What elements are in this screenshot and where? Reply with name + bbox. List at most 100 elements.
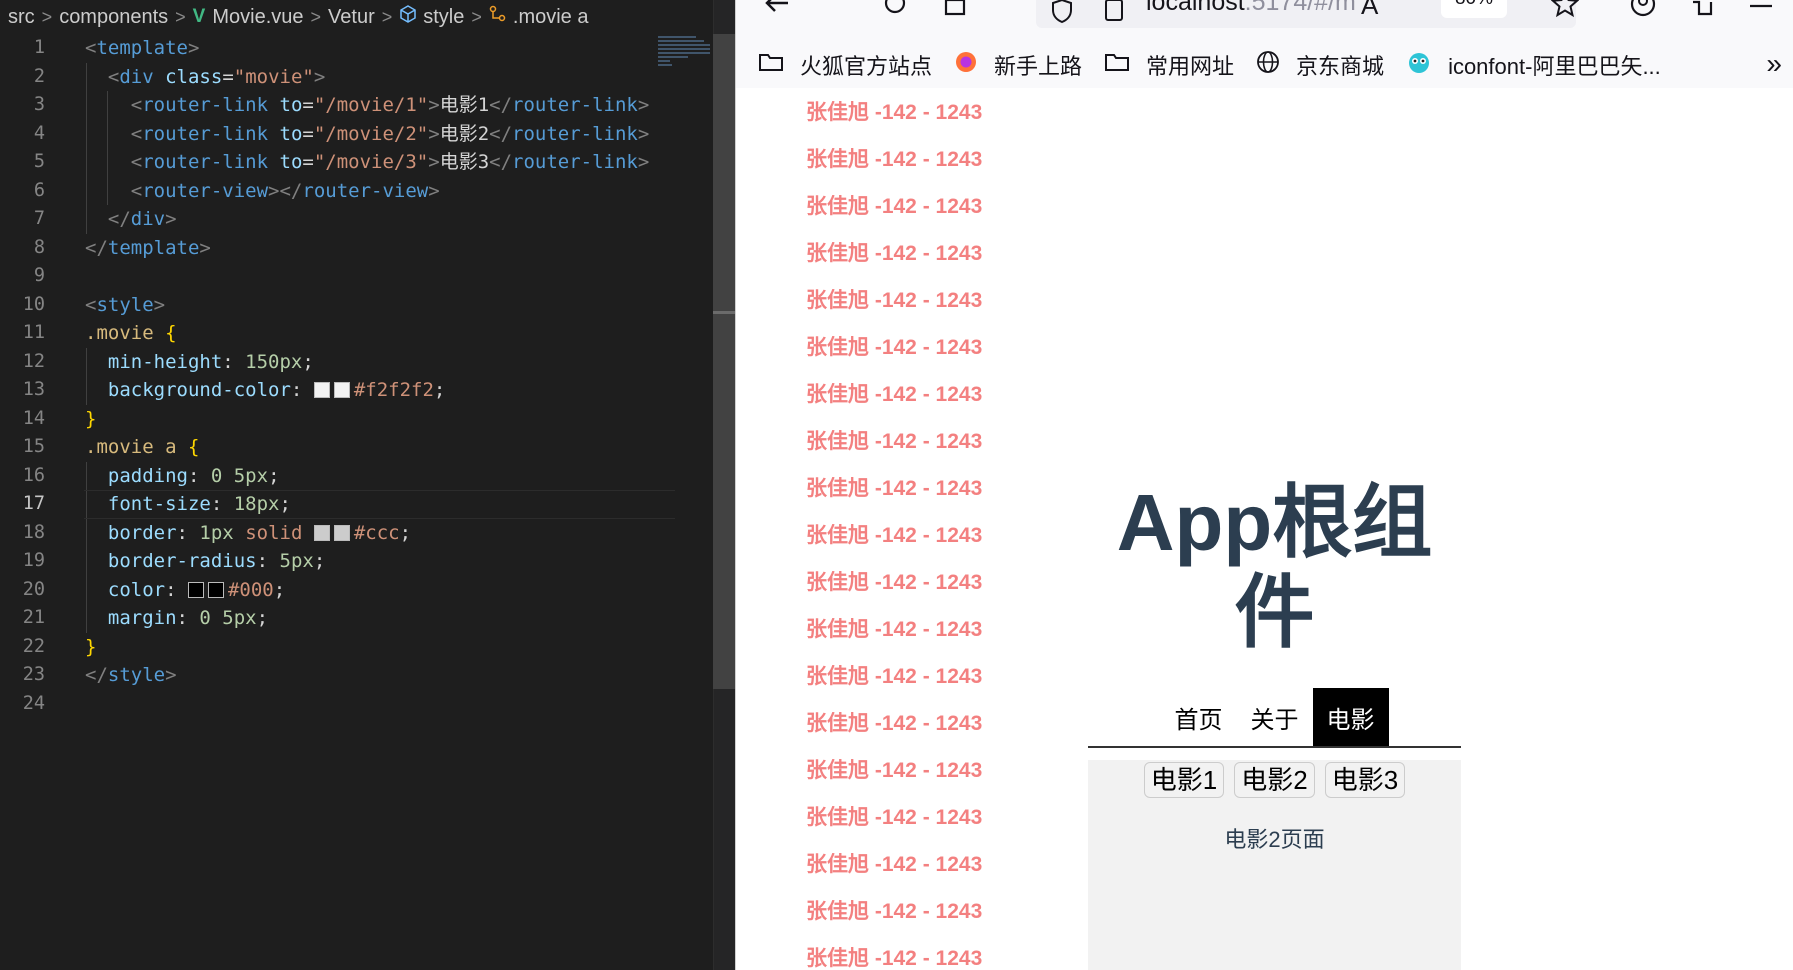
code-line[interactable]: 24: [0, 690, 655, 719]
code-line[interactable]: 11 .movie {: [0, 319, 655, 348]
bookmark-item[interactable]: 新手上路: [954, 49, 1082, 81]
code-line[interactable]: 13 background-color: #f2f2f2;: [0, 376, 655, 405]
bookmark-item[interactable]: iconfont-阿里巴巴矢...: [1406, 49, 1661, 81]
breadcrumb: src > components > V Movie.vue > Vetur >…: [0, 0, 735, 34]
code-line[interactable]: 2 <div class="movie">: [0, 62, 655, 91]
line-number: 6: [33, 179, 45, 201]
code-line[interactable]: 3 <router-link to="/movie/1">电影1</router…: [0, 91, 655, 120]
editor-scrollbar-thumb[interactable]: [713, 34, 735, 689]
nav-item-movie[interactable]: 电影: [1312, 688, 1389, 746]
code-line[interactable]: 18 border: 1px solid #ccc;: [0, 518, 655, 547]
shield-icon[interactable]: [1050, 0, 1074, 28]
breadcrumb-item-vetur[interactable]: Vetur: [328, 6, 375, 29]
line-number: 15: [22, 436, 45, 457]
code-line[interactable]: 10 <style>: [0, 291, 655, 320]
code-line[interactable]: 9: [0, 262, 655, 291]
watermark-text: 张佳旭 -142 - 1243: [806, 101, 983, 124]
code-line[interactable]: 23 </style>: [0, 661, 655, 690]
translate-icon[interactable]: A: [1361, 0, 1378, 21]
code-line[interactable]: 6 <router-view></router-view>: [0, 176, 655, 205]
chevron-right-icon: >: [471, 6, 482, 27]
code-line[interactable]: 1 <template>: [0, 34, 655, 63]
main-nav: 首页 关于 电影: [1088, 688, 1461, 748]
movie-panel: 电影1 电影2 电影3 电影2页面: [1088, 760, 1461, 970]
code-text: .movie {: [85, 322, 177, 344]
extensions-icon[interactable]: [1689, 0, 1715, 22]
code-text: <div class="movie">: [85, 65, 326, 88]
watermark-text: 张佳旭 -142 - 1243: [806, 806, 983, 829]
minimap[interactable]: [658, 34, 716, 94]
code-line[interactable]: 8 </template>: [0, 234, 655, 263]
line-number: 13: [22, 379, 45, 400]
breadcrumb-item-selector[interactable]: .movie a: [513, 6, 589, 29]
page-viewport[interactable]: 张佳旭 -142 - 1243 张佳旭 -142 - 1243 张佳旭 -142 -…: [736, 88, 1793, 970]
reload-icon[interactable]: [882, 0, 908, 20]
watermark-text: 张佳旭 -142 - 1243: [806, 289, 983, 312]
color-swatch[interactable]: [313, 382, 330, 398]
bookmark-item[interactable]: 常用网址: [1104, 49, 1234, 81]
code-text: </style>: [85, 664, 177, 686]
code-line[interactable]: 5 <router-link to="/movie/3">电影3</router…: [0, 148, 655, 177]
code-line[interactable]: 7 </div>: [0, 205, 655, 234]
breadcrumb-item-file[interactable]: Movie.vue: [212, 6, 303, 29]
nav-item-about[interactable]: 关于: [1237, 688, 1313, 746]
firefox-icon: [954, 50, 986, 80]
folder-icon: [758, 51, 792, 79]
breadcrumb-item-style[interactable]: style: [423, 6, 464, 29]
zoom-level-badge[interactable]: 80%: [1441, 0, 1507, 18]
home-icon[interactable]: [942, 0, 968, 22]
line-number: 20: [22, 578, 45, 600]
page-icon[interactable]: [1104, 0, 1124, 26]
line-number: 2: [33, 65, 45, 87]
code-line[interactable]: 14}: [0, 405, 655, 434]
watermark-text: 张佳旭 -142 - 1243: [806, 712, 983, 735]
color-swatch[interactable]: [207, 581, 224, 598]
color-swatch[interactable]: [187, 581, 204, 598]
movie-link-1[interactable]: 电影1: [1143, 762, 1225, 798]
code-text: <router-link to="/movie/3">电影3</router-l…: [85, 151, 650, 173]
line-number: 23: [22, 664, 45, 685]
movie-link-3[interactable]: 电影3: [1324, 762, 1406, 798]
code-line[interactable]: 21 margin: 0 5px;: [0, 604, 655, 633]
color-swatch[interactable]: [333, 524, 350, 541]
line-number: 7: [33, 208, 45, 229]
bookmark-item[interactable]: 京东商城: [1256, 49, 1384, 81]
line-number: 9: [33, 265, 45, 286]
breadcrumb-item-src[interactable]: src: [8, 6, 35, 29]
code-line[interactable]: 4 <router-link to="/movie/2">电影2</router…: [0, 119, 655, 148]
nav-item-home[interactable]: 首页: [1161, 688, 1237, 746]
code-line[interactable]: 15 .movie a {: [0, 433, 655, 462]
code-line[interactable]: 20 color: #000;: [0, 575, 655, 604]
code-line[interactable]: 22}: [0, 633, 655, 662]
chevron-double-right-icon[interactable]: »: [1766, 48, 1782, 80]
chevron-right-icon: >: [41, 6, 53, 27]
watermark-text: 张佳旭 -142 - 1243: [806, 947, 983, 970]
movie-link-2[interactable]: 电影2: [1234, 762, 1315, 798]
code-text: margin: 0 5px;: [107, 607, 269, 629]
movie-page-content: 电影2页面: [1224, 827, 1325, 852]
code-editor[interactable]: src > components > V Movie.vue > Vetur >…: [0, 0, 735, 970]
color-swatch[interactable]: [333, 382, 350, 398]
code-text: background-color: #f2f2f2;: [107, 379, 446, 401]
line-number: 4: [33, 122, 45, 144]
code-line[interactable]: 16 padding: 0 5px;: [0, 461, 655, 490]
star-bookmark-icon[interactable]: [1550, 0, 1580, 22]
code-text: border-radius: 5px;: [107, 550, 326, 572]
code-line[interactable]: 17 font-size: 18px;: [0, 490, 675, 519]
breadcrumb-item-components[interactable]: components: [59, 6, 168, 29]
code-area[interactable]: 1 <template> 2 <div class="movie"> 3 <route…: [0, 34, 675, 719]
account-icon[interactable]: [1629, 0, 1657, 22]
color-swatch[interactable]: [313, 524, 330, 541]
bookmark-item[interactable]: 火狐官方站点: [758, 49, 932, 81]
menu-icon[interactable]: [1748, 0, 1774, 20]
line-number: 17: [22, 493, 45, 514]
browser-toolbar: localhost:5174/#/m A 80%: [736, 0, 1793, 42]
code-line[interactable]: 12 min-height: 150px;: [0, 347, 655, 376]
back-arrow-icon[interactable]: [762, 0, 792, 22]
line-number: 10: [22, 293, 45, 315]
code-line[interactable]: 19 border-radius: 5px;: [0, 547, 655, 576]
chevron-right-icon: >: [175, 6, 186, 27]
url-text[interactable]: localhost:5174/#/m: [1146, 0, 1356, 17]
watermark-text: 张佳旭 -142 - 1243: [806, 665, 983, 688]
cursor-position-marker: [713, 311, 735, 314]
